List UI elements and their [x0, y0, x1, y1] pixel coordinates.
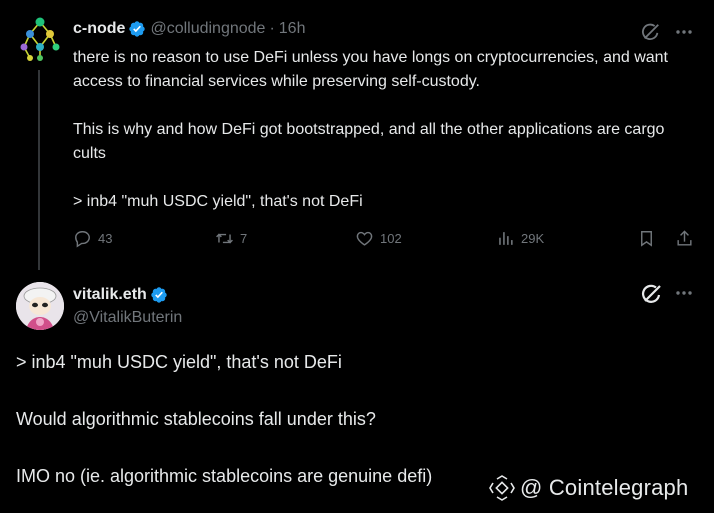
- tweet-header: c-node @colludingnode · 16h: [73, 20, 305, 38]
- reply-count: 43: [98, 231, 113, 246]
- share-icon: [677, 230, 692, 246]
- repost-button[interactable]: 7: [215, 229, 247, 248]
- tweet-line: Would algorithmic stablecoins fall under…: [16, 409, 376, 429]
- tweet-line: This is why and how DeFi got bootstrappe…: [73, 121, 665, 162]
- views-button[interactable]: 29K: [496, 229, 544, 248]
- verified-badge-icon: [128, 20, 146, 38]
- watermark-text: @ Cointelegraph: [520, 475, 689, 500]
- watermark: @ Cointelegraph: [488, 474, 688, 502]
- bookmark-button[interactable]: [637, 229, 656, 248]
- handle[interactable]: @VitalikButerin: [73, 309, 182, 327]
- tweet-actions-bar: 43 7 102 29K: [73, 229, 698, 253]
- tweet-line: > inb4 "muh USDC yield", that's not DeFi: [73, 193, 363, 210]
- more-options-icon[interactable]: [674, 283, 694, 303]
- share-button[interactable]: [675, 229, 694, 248]
- view-count: 29K: [521, 231, 545, 246]
- reply-button[interactable]: 43: [73, 229, 112, 248]
- separator-dot: ·: [269, 20, 275, 37]
- handle[interactable]: @colludingnode: [150, 20, 265, 38]
- tweet-header: vitalik.eth: [73, 286, 168, 304]
- thread-connector-line: [38, 70, 40, 270]
- more-options-icon[interactable]: [674, 22, 694, 42]
- tweet-line: > inb4 "muh USDC yield", that's not DeFi: [16, 352, 342, 372]
- display-name[interactable]: vitalik.eth: [73, 286, 147, 304]
- avatar-cnode[interactable]: [16, 14, 64, 62]
- cartoon-avatar-icon: [16, 282, 64, 330]
- grok-icon[interactable]: [641, 22, 661, 42]
- timestamp[interactable]: 16h: [279, 20, 306, 38]
- like-button[interactable]: 102: [355, 229, 402, 248]
- tweet-text: > inb4 "muh USDC yield", that's not DeFi…: [16, 348, 706, 490]
- repost-icon: [216, 233, 233, 244]
- tweet-line: there is no reason to use DeFi unless yo…: [73, 49, 668, 90]
- bookmark-icon: [641, 231, 652, 247]
- reply-icon: [75, 231, 90, 248]
- network-logo-icon: [20, 17, 60, 61]
- grok-icon[interactable]: [641, 283, 663, 305]
- display-name[interactable]: c-node: [73, 20, 125, 38]
- repost-count: 7: [240, 231, 248, 246]
- verified-badge-icon: [150, 286, 168, 304]
- avatar-vitalik[interactable]: [16, 282, 64, 330]
- analytics-icon: [499, 232, 513, 245]
- heart-icon: [356, 231, 373, 246]
- cointelegraph-logo-icon: [489, 475, 515, 501]
- tweet-text: there is no reason to use DeFi unless yo…: [73, 46, 698, 214]
- like-count: 102: [380, 231, 402, 246]
